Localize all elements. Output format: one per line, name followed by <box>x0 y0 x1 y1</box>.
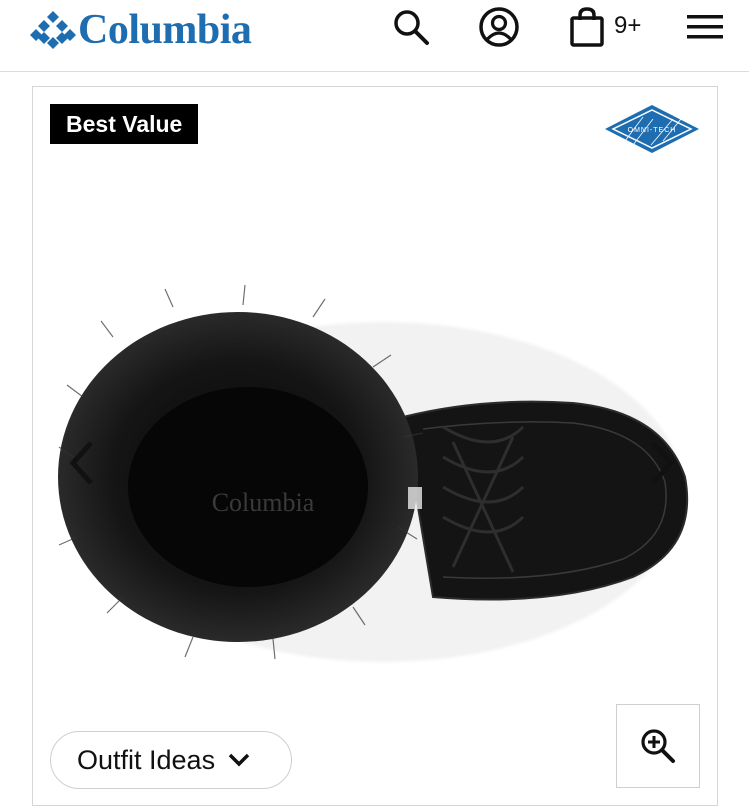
search-icon <box>394 10 429 45</box>
outfit-ideas-label: Outfit Ideas <box>77 744 216 775</box>
product-photo: Columbia <box>58 284 689 662</box>
zoom-in-icon <box>641 729 675 763</box>
columbia-logo[interactable]: Columbia <box>30 7 252 53</box>
zoom-button[interactable] <box>616 704 700 788</box>
chevron-down-icon <box>228 753 250 767</box>
chevron-right-icon <box>651 441 675 485</box>
hamburger-menu-icon <box>687 15 723 39</box>
product-image-gallery[interactable]: Best Value OMNI-TECH Columbia Outfit Ide… <box>32 86 718 806</box>
shopping-bag-icon <box>570 7 604 47</box>
account-button[interactable] <box>478 6 520 48</box>
boot-imprint-label: Columbia <box>212 488 315 517</box>
omni-tech-badge-icon: OMNI-TECH <box>605 105 699 153</box>
best-value-badge: Best Value <box>50 104 199 144</box>
chevron-left-icon <box>69 441 93 485</box>
site-header: Columbia 9+ <box>0 0 749 72</box>
next-image-button[interactable] <box>645 437 679 489</box>
cart-count-badge[interactable]: 9+ <box>614 12 641 40</box>
menu-button[interactable] <box>684 6 726 48</box>
cart-button[interactable] <box>566 6 608 48</box>
columbia-diamond-icon <box>30 11 76 49</box>
brand-wordmark: Columbia <box>78 7 252 53</box>
outfit-ideas-button[interactable]: Outfit Ideas <box>50 731 292 789</box>
previous-image-button[interactable] <box>65 437 99 489</box>
search-button[interactable] <box>390 6 432 48</box>
account-icon <box>479 7 519 47</box>
